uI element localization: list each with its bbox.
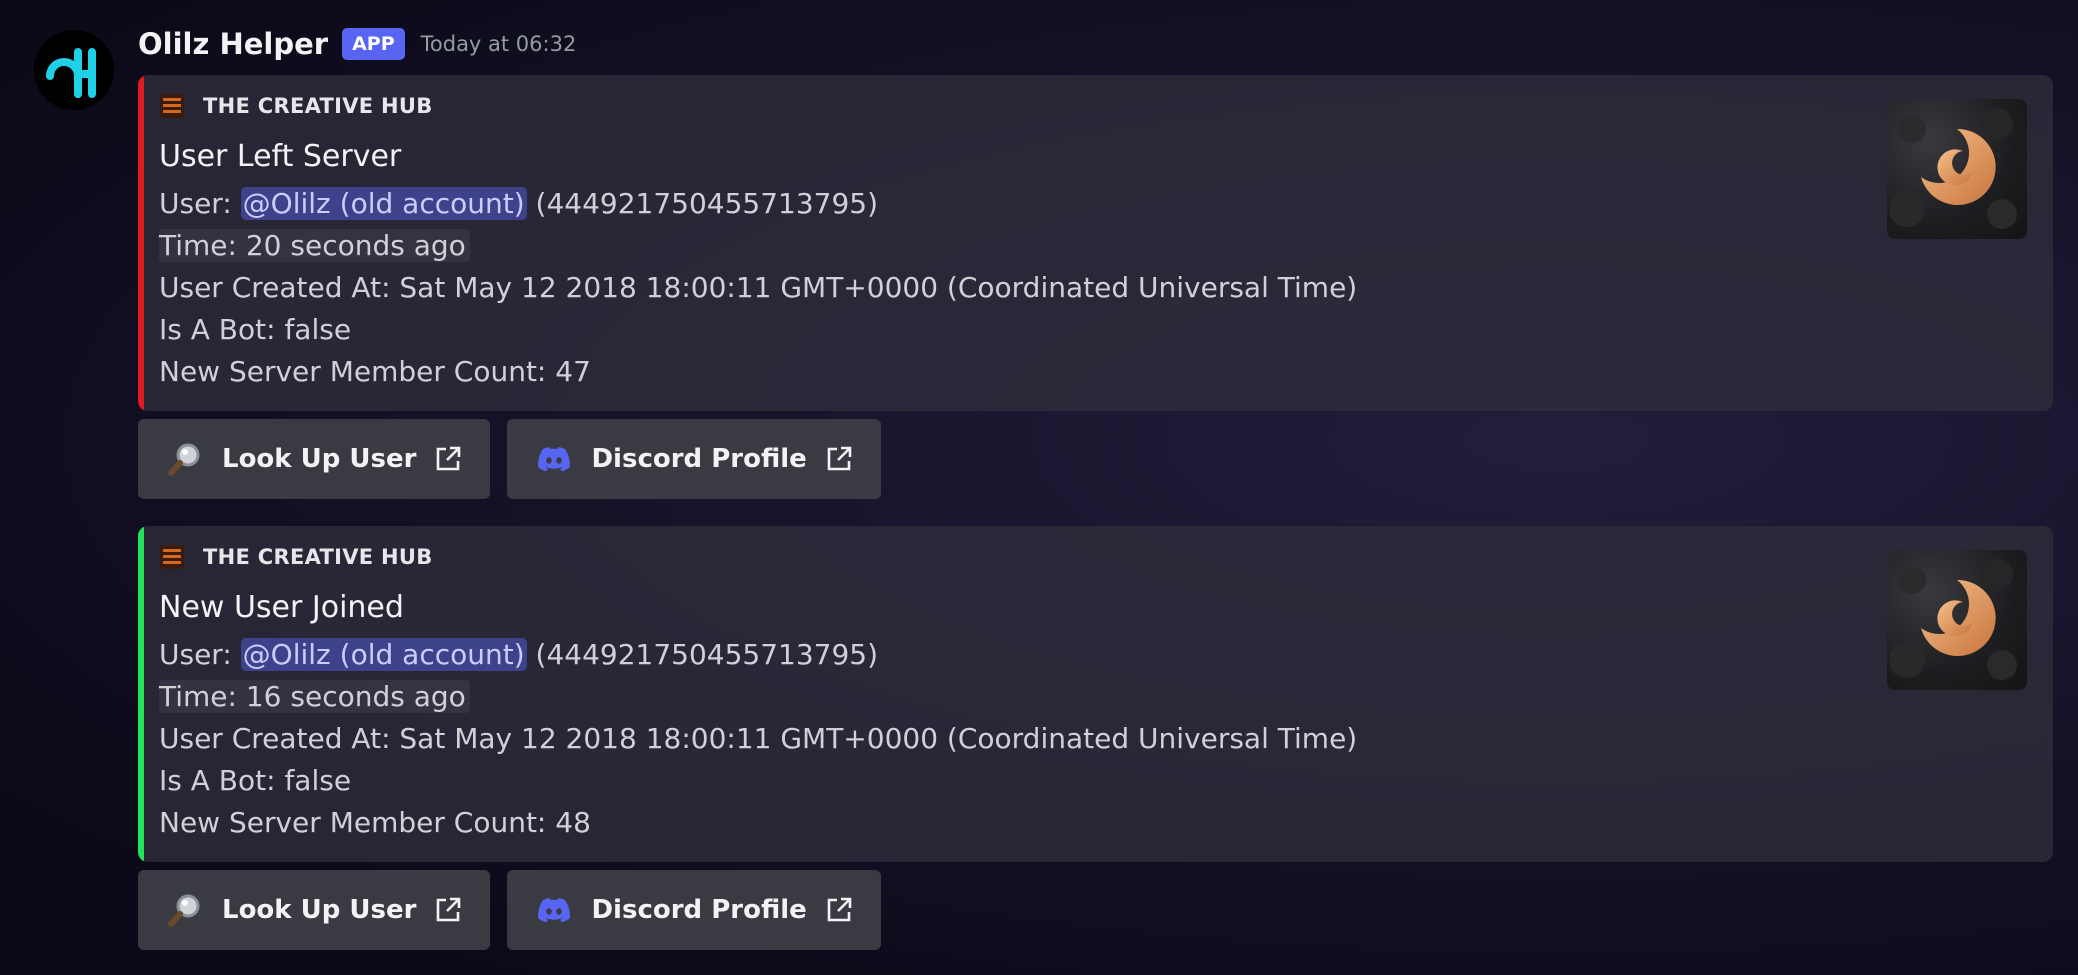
time-value: Time: 16 seconds ago	[159, 680, 470, 713]
message-header: Olilz Helper APP Today at 06:32	[138, 22, 576, 66]
embed-thumbnail[interactable]	[1887, 99, 2027, 239]
embed-user-joined: THE CREATIVE HUB New User Joined User: @…	[138, 526, 2053, 862]
discord-profile-label: Discord Profile	[591, 444, 807, 474]
user-id: (444921750455713795)	[526, 638, 879, 671]
embed-color-bar	[138, 75, 144, 411]
server-icon	[160, 94, 184, 118]
embed-color-bar	[138, 526, 144, 862]
bot-username[interactable]: Olilz Helper	[138, 27, 328, 61]
field-user: User: @Olilz (old account) (444921750455…	[159, 638, 878, 671]
embed-author: THE CREATIVE HUB	[160, 540, 433, 574]
look-up-user-label: Look Up User	[222, 444, 417, 474]
external-link-icon	[434, 896, 462, 924]
field-member-count: New Server Member Count: 47	[159, 355, 591, 388]
external-link-icon	[825, 896, 853, 924]
app-badge: APP	[342, 28, 405, 60]
embed-author-name: THE CREATIVE HUB	[203, 94, 433, 118]
external-link-icon	[825, 445, 853, 473]
field-time: Time: 20 seconds ago	[159, 229, 470, 262]
discord-logo-icon	[537, 442, 571, 476]
magnifying-glass-icon	[168, 442, 202, 476]
discord-logo-icon	[537, 893, 571, 927]
server-logo-icon	[1889, 108, 2017, 229]
user-id: (444921750455713795)	[526, 187, 879, 220]
field-user-label: User:	[159, 187, 241, 220]
embed-author-name: THE CREATIVE HUB	[203, 545, 433, 569]
bot-avatar[interactable]	[34, 30, 114, 110]
field-user: User: @Olilz (old account) (444921750455…	[159, 187, 878, 220]
field-created: User Created At: Sat May 12 2018 18:00:1…	[159, 271, 1358, 304]
look-up-user-button[interactable]: Look Up User	[138, 870, 491, 950]
server-logo-icon	[1889, 559, 2017, 680]
embed-thumbnail[interactable]	[1887, 550, 2027, 690]
time-value: Time: 20 seconds ago	[159, 229, 470, 262]
user-mention[interactable]: @Olilz (old account)	[240, 187, 527, 220]
field-user-label: User:	[159, 638, 241, 671]
magnifying-glass-icon	[168, 893, 202, 927]
external-link-icon	[434, 445, 462, 473]
olilz-helper-logo-icon	[34, 30, 114, 110]
embed-user-left: THE CREATIVE HUB User Left Server User: …	[138, 75, 2053, 411]
discord-profile-label: Discord Profile	[591, 895, 807, 925]
server-icon	[160, 545, 184, 569]
field-created: User Created At: Sat May 12 2018 18:00:1…	[159, 722, 1358, 755]
message-timestamp: Today at 06:32	[420, 32, 577, 56]
discord-profile-button[interactable]: Discord Profile	[507, 419, 881, 499]
user-mention[interactable]: @Olilz (old account)	[240, 638, 527, 671]
field-time: Time: 16 seconds ago	[159, 680, 470, 713]
embed-author: THE CREATIVE HUB	[160, 89, 433, 123]
field-member-count: New Server Member Count: 48	[159, 806, 591, 839]
action-row-2: Look Up User Discord Profile	[138, 870, 881, 950]
embed-title: User Left Server	[159, 139, 402, 174]
field-is-bot: Is A Bot: false	[159, 313, 352, 346]
embed-title: New User Joined	[159, 590, 404, 625]
discord-profile-button[interactable]: Discord Profile	[507, 870, 881, 950]
action-row-1: Look Up User Discord Profile	[138, 419, 881, 499]
look-up-user-label: Look Up User	[222, 895, 417, 925]
field-is-bot: Is A Bot: false	[159, 764, 352, 797]
look-up-user-button[interactable]: Look Up User	[138, 419, 491, 499]
